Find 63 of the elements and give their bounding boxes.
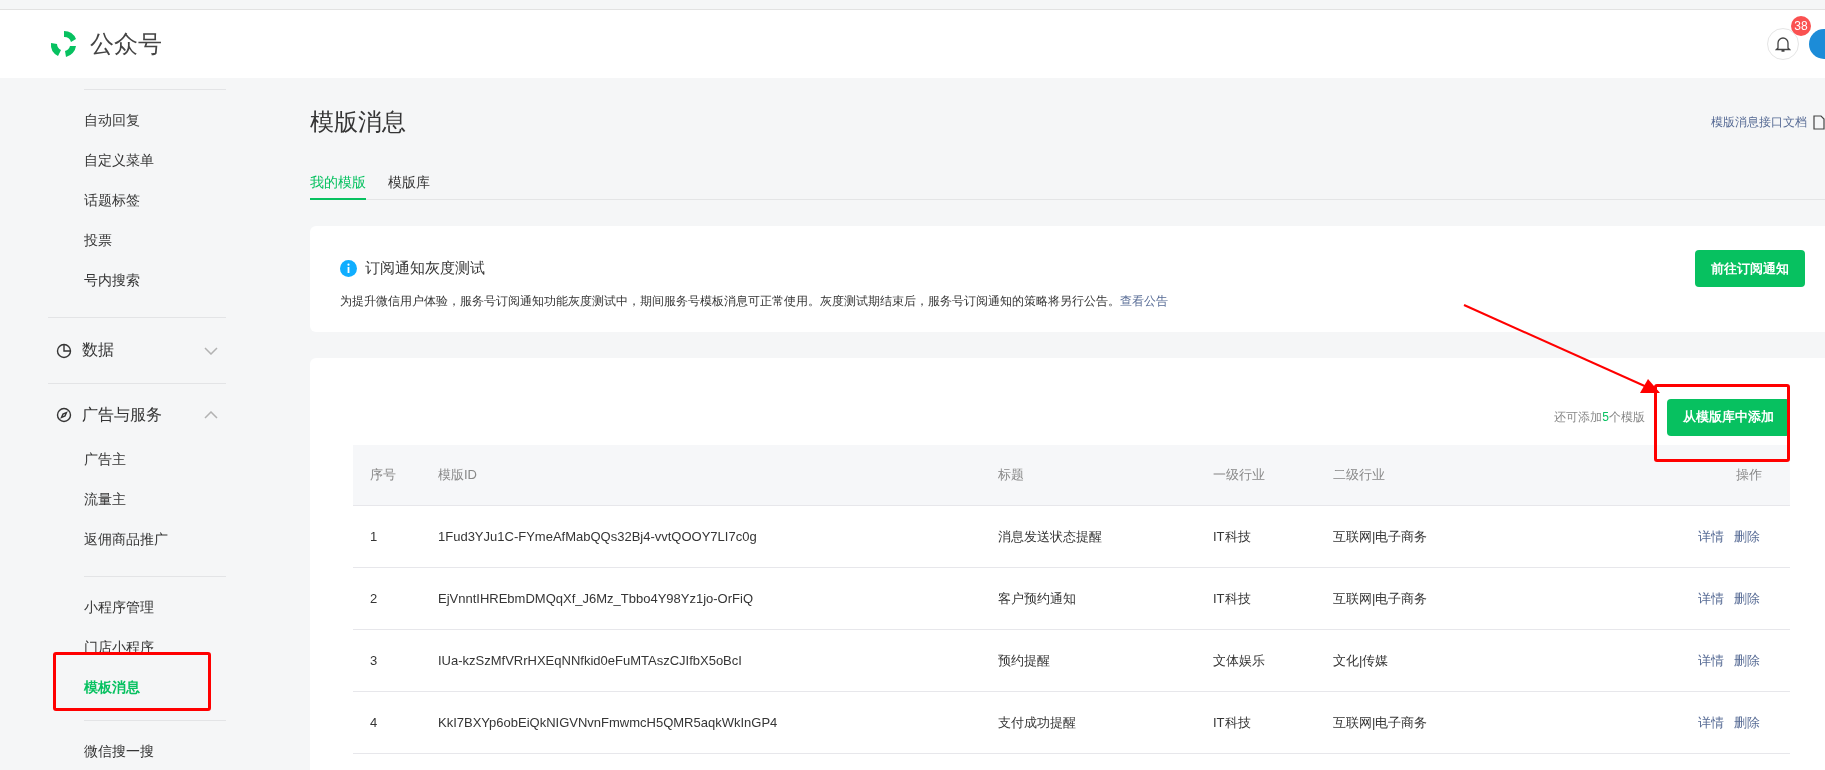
table-cell-text: EjVnntIHREbmDMQqXf_J6Mz_Tbbo4Y98Yz1jo-OrFiQ [438,591,754,606]
bell-icon [1775,35,1791,53]
table-cell-text: IT科技 [1213,589,1252,608]
doc-link[interactable]: 模版消息接口文档 [1711,113,1825,131]
table-cell-text: 消息发送状态提醒 [998,527,1103,546]
table-cell-text: 客户预约通知 [998,589,1077,608]
quota-text: 还可添加5个模版 [1554,408,1645,426]
table-cell-text: IUa-kzSzMfVRrHXEqNNfkid0eFuMTAszCJIfbX5oBcI [438,653,743,668]
table-cell-text: 互联网|电子商务 [1333,589,1429,608]
sidebar-item[interactable]: 广告主 [48,446,226,486]
sidebar-item[interactable]: 话题标签 [84,187,226,227]
notification-count: 38 [1791,16,1811,36]
column-header: 标题 [998,466,1025,484]
column-header: 操作 [1736,466,1762,484]
table-cell-text: 3 [369,653,379,668]
row-action-link[interactable]: 详情 [1698,713,1724,732]
table-cell-text: 文体娱乐 [1213,651,1266,670]
sidebar-item[interactable]: 微信搜一搜 [84,738,226,770]
table-cell-text: 互联网|电子商务 [1333,713,1429,732]
sidebar-item[interactable]: 自定义菜单 [84,147,226,187]
row-action-link[interactable]: 详情 [1698,589,1724,608]
document-icon [1813,114,1825,130]
sidebar-section[interactable]: 数据 [48,318,226,383]
chevron-down-icon [204,346,218,355]
info-icon [340,260,357,277]
sidebar-item[interactable]: 号内搜索 [84,267,226,307]
notice-link[interactable]: 查看公告 [1120,294,1168,308]
row-action-link[interactable]: 删除 [1734,713,1760,732]
pie-chart-icon [56,342,72,359]
notification-button[interactable] [1767,28,1799,60]
notice-title: 订阅通知灰度测试 [365,259,485,278]
table-cell-text: IT科技 [1213,527,1252,546]
tab[interactable]: 模版库 [388,168,430,200]
notice-text: 为提升微信用户体验，服务号订阅通知功能灰度测试中，期间服务号模板消息可正常使用。灰度测试期结束后，服务号订阅通知的策略将另行公告。查看公告 [340,293,1169,310]
column-header: 二级行业 [1333,466,1386,484]
row-action-link[interactable]: 详情 [1698,651,1724,670]
table-cell-text: 互联网|电子商务 [1333,527,1429,546]
table-cell-text: IT科技 [1213,713,1252,732]
sidebar-item[interactable]: 小程序管理 [84,594,226,634]
sidebar-item[interactable]: 流量主 [48,486,226,526]
column-header: 序号 [369,466,397,484]
table-cell-text: 1Fud3YJu1C-FYmeAfMabQQs32Bj4-vvtQOOY7LI7c0g [438,529,758,544]
table-cell-text: 文化|传媒 [1333,651,1390,670]
table-cell-text: 2 [369,591,379,606]
page-title: 模版消息 [310,107,406,137]
column-header: 模版ID [438,466,478,484]
column-header: 一级行业 [1213,466,1266,484]
table-cell-text: 1 [369,529,379,544]
compass-icon [56,407,72,423]
table-cell-text: 4 [369,715,379,730]
row-action-link[interactable]: 删除 [1734,527,1760,546]
table-cell-text: 预约提醒 [998,651,1051,670]
table-cell-text: 支付成功提醒 [998,713,1077,732]
row-action-link[interactable]: 详情 [1698,527,1724,546]
sidebar-item[interactable]: 投票 [84,227,226,267]
table-cell-text: KkI7BXYp6obEiQkNIGVNvnFmwmcH5QMR5aqkWkInGP4 [438,715,779,730]
sidebar-item[interactable]: 自动回复 [84,107,226,147]
chevron-up-icon [204,411,218,419]
row-action-link[interactable]: 删除 [1734,651,1760,670]
row-action-link[interactable]: 删除 [1734,589,1760,608]
sidebar-item[interactable]: 返佣商品推广 [48,526,226,566]
brand-name: 公众号 [90,29,162,59]
sidebar-section[interactable]: 广告与服务 [48,384,226,446]
